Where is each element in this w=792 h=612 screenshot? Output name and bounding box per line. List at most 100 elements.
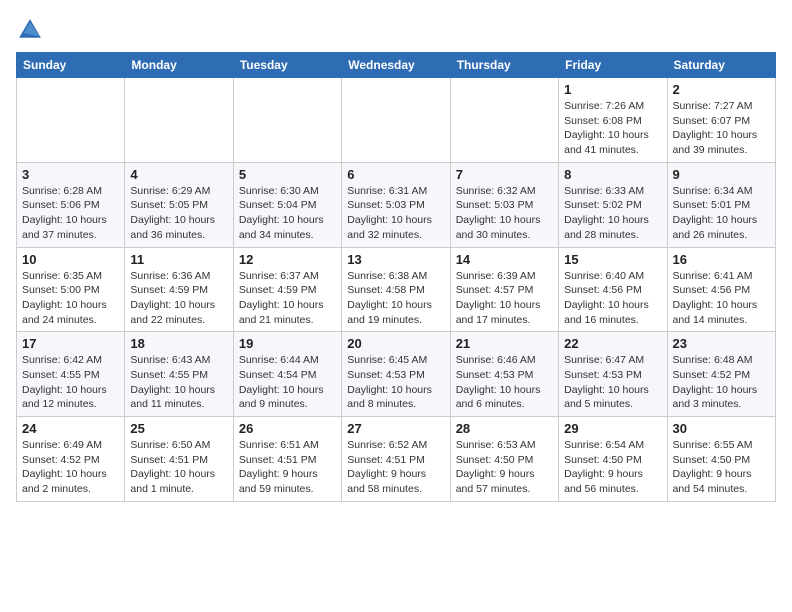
- day-info: Sunrise: 6:42 AM Sunset: 4:55 PM Dayligh…: [22, 353, 119, 412]
- day-number: 15: [564, 252, 661, 267]
- day-info: Sunrise: 6:30 AM Sunset: 5:04 PM Dayligh…: [239, 184, 336, 243]
- calendar-week-row: 24 Sunrise: 6:49 AM Sunset: 4:52 PM Dayli…: [17, 417, 776, 502]
- calendar-cell: 30Sunrise: 6:55 AM Sunset: 4:50 PM Dayli…: [667, 417, 775, 502]
- weekday-header: Tuesday: [233, 53, 341, 78]
- calendar-cell: 4 Sunrise: 6:29 AM Sunset: 5:05 PM Daylig…: [125, 162, 233, 247]
- day-number: 27: [347, 421, 444, 436]
- day-number: 9: [673, 167, 770, 182]
- calendar-cell: [17, 78, 125, 163]
- calendar-cell: 28 Sunrise: 6:53 AM Sunset: 4:50 PM Dayli…: [450, 417, 558, 502]
- calendar-cell: 12 Sunrise: 6:37 AM Sunset: 4:59 PM Dayli…: [233, 247, 341, 332]
- calendar-cell: 29 Sunrise: 6:54 AM Sunset: 4:50 PM Dayli…: [559, 417, 667, 502]
- calendar-cell: 21Sunrise: 6:46 AM Sunset: 4:53 PM Dayli…: [450, 332, 558, 417]
- calendar-cell: 9 Sunrise: 6:34 AM Sunset: 5:01 PM Daylig…: [667, 162, 775, 247]
- weekday-header: Monday: [125, 53, 233, 78]
- calendar-cell: 11 Sunrise: 6:36 AM Sunset: 4:59 PM Dayli…: [125, 247, 233, 332]
- day-number: 23: [673, 336, 770, 351]
- day-info: Sunrise: 6:52 AM Sunset: 4:51 PM Dayligh…: [347, 438, 444, 497]
- day-number: 17: [22, 336, 119, 351]
- calendar-cell: 18 Sunrise: 6:43 AM Sunset: 4:55 PM Dayli…: [125, 332, 233, 417]
- day-info: Sunrise: 6:37 AM Sunset: 4:59 PM Dayligh…: [239, 269, 336, 328]
- day-number: 21: [456, 336, 553, 351]
- calendar-cell: 22Sunrise: 6:47 AM Sunset: 4:53 PM Dayli…: [559, 332, 667, 417]
- day-info: Sunrise: 6:41 AM Sunset: 4:56 PM Dayligh…: [673, 269, 770, 328]
- day-info: Sunrise: 6:29 AM Sunset: 5:05 PM Dayligh…: [130, 184, 227, 243]
- day-info: Sunrise: 6:44 AM Sunset: 4:54 PM Dayligh…: [239, 353, 336, 412]
- calendar-cell: 8 Sunrise: 6:33 AM Sunset: 5:02 PM Daylig…: [559, 162, 667, 247]
- weekday-header: Sunday: [17, 53, 125, 78]
- day-info: Sunrise: 6:53 AM Sunset: 4:50 PM Dayligh…: [456, 438, 553, 497]
- day-info: Sunrise: 6:45 AM Sunset: 4:53 PM Dayligh…: [347, 353, 444, 412]
- logo-icon: [16, 16, 44, 44]
- calendar-cell: 19Sunrise: 6:44 AM Sunset: 4:54 PM Dayli…: [233, 332, 341, 417]
- calendar-cell: [233, 78, 341, 163]
- day-number: 1: [564, 82, 661, 97]
- day-number: 24: [22, 421, 119, 436]
- calendar-cell: 2 Sunrise: 7:27 AM Sunset: 6:07 PM Daylig…: [667, 78, 775, 163]
- day-info: Sunrise: 7:27 AM Sunset: 6:07 PM Dayligh…: [673, 99, 770, 158]
- day-info: Sunrise: 6:31 AM Sunset: 5:03 PM Dayligh…: [347, 184, 444, 243]
- day-info: Sunrise: 6:39 AM Sunset: 4:57 PM Dayligh…: [456, 269, 553, 328]
- calendar-cell: 24 Sunrise: 6:49 AM Sunset: 4:52 PM Dayli…: [17, 417, 125, 502]
- day-info: Sunrise: 6:43 AM Sunset: 4:55 PM Dayligh…: [130, 353, 227, 412]
- calendar-table: SundayMondayTuesdayWednesdayThursdayFrid…: [16, 52, 776, 502]
- weekday-header: Friday: [559, 53, 667, 78]
- day-number: 6: [347, 167, 444, 182]
- calendar-cell: [125, 78, 233, 163]
- calendar-cell: 23 Sunrise: 6:48 AM Sunset: 4:52 PM Dayli…: [667, 332, 775, 417]
- calendar-cell: 14 Sunrise: 6:39 AM Sunset: 4:57 PM Dayli…: [450, 247, 558, 332]
- day-info: Sunrise: 6:55 AM Sunset: 4:50 PM Dayligh…: [673, 438, 770, 497]
- day-number: 11: [130, 252, 227, 267]
- day-number: 8: [564, 167, 661, 182]
- day-info: Sunrise: 6:54 AM Sunset: 4:50 PM Dayligh…: [564, 438, 661, 497]
- day-number: 14: [456, 252, 553, 267]
- calendar-cell: 16Sunrise: 6:41 AM Sunset: 4:56 PM Dayli…: [667, 247, 775, 332]
- day-number: 13: [347, 252, 444, 267]
- day-info: Sunrise: 6:28 AM Sunset: 5:06 PM Dayligh…: [22, 184, 119, 243]
- logo: [16, 16, 48, 44]
- day-number: 12: [239, 252, 336, 267]
- calendar-week-row: 10Sunrise: 6:35 AM Sunset: 5:00 PM Dayli…: [17, 247, 776, 332]
- calendar-cell: 27 Sunrise: 6:52 AM Sunset: 4:51 PM Dayli…: [342, 417, 450, 502]
- day-number: 26: [239, 421, 336, 436]
- calendar-cell: 6 Sunrise: 6:31 AM Sunset: 5:03 PM Daylig…: [342, 162, 450, 247]
- day-number: 28: [456, 421, 553, 436]
- day-number: 4: [130, 167, 227, 182]
- weekday-header: Saturday: [667, 53, 775, 78]
- day-number: 18: [130, 336, 227, 351]
- day-info: Sunrise: 6:48 AM Sunset: 4:52 PM Dayligh…: [673, 353, 770, 412]
- day-number: 29: [564, 421, 661, 436]
- day-info: Sunrise: 6:50 AM Sunset: 4:51 PM Dayligh…: [130, 438, 227, 497]
- day-info: Sunrise: 6:34 AM Sunset: 5:01 PM Dayligh…: [673, 184, 770, 243]
- calendar-cell: 1 Sunrise: 7:26 AM Sunset: 6:08 PM Daylig…: [559, 78, 667, 163]
- calendar-cell: 5 Sunrise: 6:30 AM Sunset: 5:04 PM Daylig…: [233, 162, 341, 247]
- calendar-cell: [450, 78, 558, 163]
- calendar-cell: 10Sunrise: 6:35 AM Sunset: 5:00 PM Dayli…: [17, 247, 125, 332]
- calendar-cell: [342, 78, 450, 163]
- calendar-cell: 20Sunrise: 6:45 AM Sunset: 4:53 PM Dayli…: [342, 332, 450, 417]
- day-number: 2: [673, 82, 770, 97]
- calendar-cell: 15 Sunrise: 6:40 AM Sunset: 4:56 PM Dayli…: [559, 247, 667, 332]
- calendar-cell: 25 Sunrise: 6:50 AM Sunset: 4:51 PM Dayli…: [125, 417, 233, 502]
- day-number: 25: [130, 421, 227, 436]
- calendar-cell: 13 Sunrise: 6:38 AM Sunset: 4:58 PM Dayli…: [342, 247, 450, 332]
- day-info: Sunrise: 6:38 AM Sunset: 4:58 PM Dayligh…: [347, 269, 444, 328]
- calendar-week-row: 17 Sunrise: 6:42 AM Sunset: 4:55 PM Dayli…: [17, 332, 776, 417]
- day-number: 22: [564, 336, 661, 351]
- day-number: 5: [239, 167, 336, 182]
- calendar-cell: 26 Sunrise: 6:51 AM Sunset: 4:51 PM Dayli…: [233, 417, 341, 502]
- day-info: Sunrise: 6:35 AM Sunset: 5:00 PM Dayligh…: [22, 269, 119, 328]
- day-info: Sunrise: 7:26 AM Sunset: 6:08 PM Dayligh…: [564, 99, 661, 158]
- calendar-cell: 3 Sunrise: 6:28 AM Sunset: 5:06 PM Daylig…: [17, 162, 125, 247]
- calendar-cell: 7Sunrise: 6:32 AM Sunset: 5:03 PM Daylig…: [450, 162, 558, 247]
- day-info: Sunrise: 6:51 AM Sunset: 4:51 PM Dayligh…: [239, 438, 336, 497]
- day-info: Sunrise: 6:33 AM Sunset: 5:02 PM Dayligh…: [564, 184, 661, 243]
- day-info: Sunrise: 6:36 AM Sunset: 4:59 PM Dayligh…: [130, 269, 227, 328]
- day-number: 3: [22, 167, 119, 182]
- calendar-week-row: 1 Sunrise: 7:26 AM Sunset: 6:08 PM Daylig…: [17, 78, 776, 163]
- calendar-week-row: 3 Sunrise: 6:28 AM Sunset: 5:06 PM Daylig…: [17, 162, 776, 247]
- weekday-header: Thursday: [450, 53, 558, 78]
- page-header: [16, 16, 776, 44]
- day-info: Sunrise: 6:49 AM Sunset: 4:52 PM Dayligh…: [22, 438, 119, 497]
- day-info: Sunrise: 6:40 AM Sunset: 4:56 PM Dayligh…: [564, 269, 661, 328]
